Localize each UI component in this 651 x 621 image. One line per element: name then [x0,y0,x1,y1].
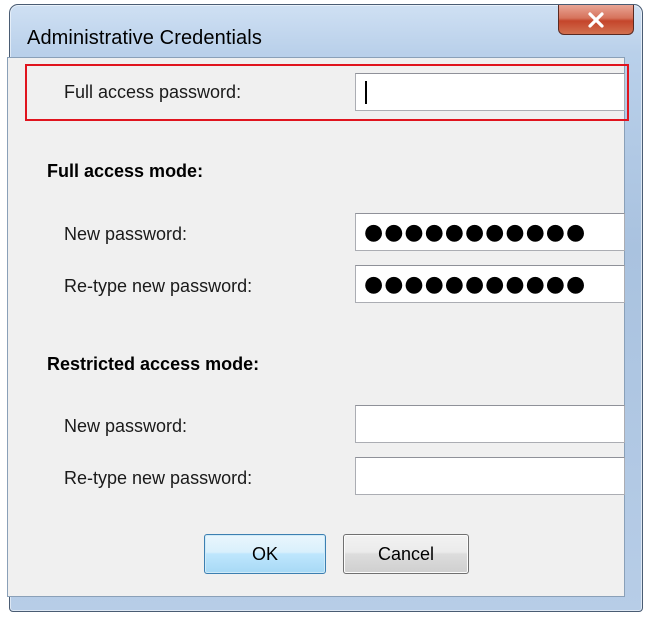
full-access-password-input[interactable] [355,73,625,111]
ok-button[interactable]: OK [204,534,326,574]
full-access-password-label: Full access password: [64,82,242,102]
full-retype-password-input[interactable] [355,265,625,303]
restricted-access-mode-heading: Restricted access mode: [47,354,260,374]
full-new-password-label: New password: [64,224,188,244]
full-access-mode-heading: Full access mode: [47,161,204,181]
full-retype-password-label: Re-type new password: [64,276,253,296]
close-button[interactable] [558,5,634,35]
cancel-button[interactable]: Cancel [343,534,469,574]
window-title: Administrative Credentials [27,27,262,49]
ok-button-label: OK [251,543,278,564]
text-caret [365,81,367,104]
dialog-client-area [7,57,625,597]
cancel-button-label: Cancel [377,543,435,564]
close-icon [588,11,604,28]
restricted-retype-password-input[interactable] [355,457,625,495]
full-new-password-input[interactable] [355,213,625,251]
restricted-retype-password-label: Re-type new password: [64,468,253,488]
restricted-new-password-input[interactable] [355,405,625,443]
restricted-new-password-label: New password: [64,416,188,436]
